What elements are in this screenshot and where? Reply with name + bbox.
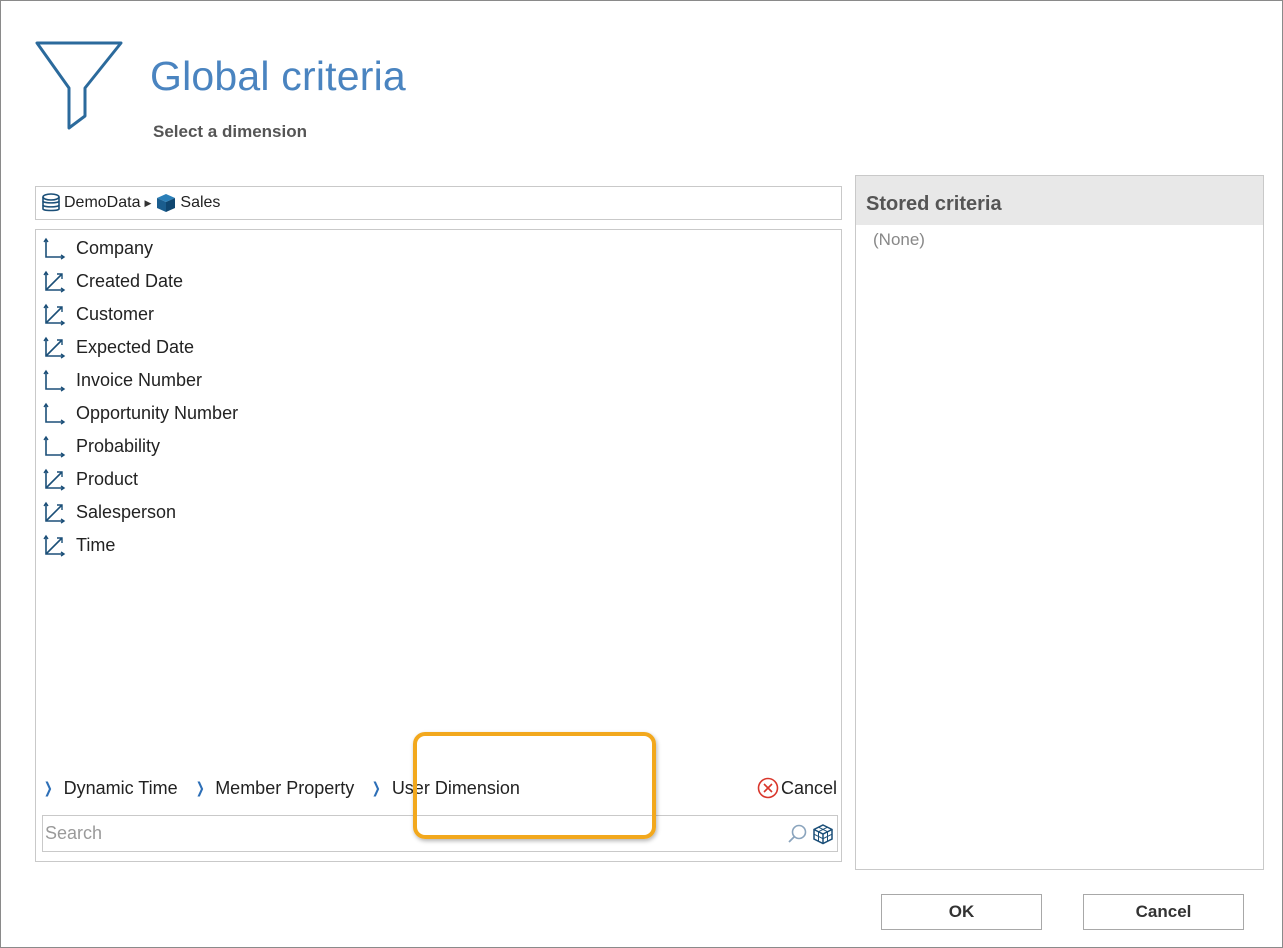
dimension-item[interactable]: Created Date <box>42 265 238 298</box>
breadcrumb: DemoData ▶ Sales <box>35 186 842 220</box>
dynamic-time-label: Dynamic Time <box>63 777 178 798</box>
breadcrumb-separator-icon: ▶ <box>144 197 152 208</box>
cancel-circle-icon <box>757 777 779 799</box>
flat-dimension-icon <box>42 402 76 426</box>
chevron-right-icon: ❯ <box>43 780 53 797</box>
database-icon <box>42 193 60 212</box>
chevron-right-icon: ❯ <box>195 780 205 797</box>
global-criteria-dialog: Global criteria Select a dimension DemoD… <box>0 0 1283 948</box>
member-property-label: Member Property <box>215 777 355 798</box>
flat-dimension-icon <box>42 435 76 459</box>
user-dimension-link[interactable]: ❯ User Dimension <box>370 778 520 799</box>
dimension-item-label: Salesperson <box>76 502 177 522</box>
cube-grid-icon[interactable] <box>812 823 834 845</box>
hierarchy-dimension-icon <box>42 468 76 492</box>
search-box <box>42 815 838 852</box>
hierarchy-dimension-icon <box>42 270 76 294</box>
dimension-item[interactable]: Opportunity Number <box>42 397 238 430</box>
breadcrumb-cube-label: Sales <box>180 194 221 211</box>
dimension-item-label: Company <box>76 238 154 258</box>
filter-icon <box>35 41 123 130</box>
dimension-item[interactable]: Customer <box>42 298 238 331</box>
ok-button[interactable]: OK <box>881 894 1042 930</box>
cancel-button[interactable]: Cancel <box>1083 894 1244 930</box>
flat-dimension-icon <box>42 237 76 261</box>
dimension-item-label: Opportunity Number <box>76 403 239 423</box>
stored-criteria-title: Stored criteria <box>856 176 1263 225</box>
user-dimension-label: User Dimension <box>391 777 520 798</box>
dimension-list: Company Created Date Customer Expected Date… <box>35 229 842 862</box>
dimension-item[interactable]: Expected Date <box>42 331 238 364</box>
dimension-item-label: Invoice Number <box>76 370 203 390</box>
dimension-type-links: ❯ Dynamic Time ❯ Member Property ❯ User … <box>42 775 837 801</box>
hierarchy-dimension-icon <box>42 336 76 360</box>
chevron-right-icon: ❯ <box>372 780 381 797</box>
cancel-link-label: Cancel <box>780 777 837 798</box>
stored-criteria-panel: Stored criteria (None) <box>855 175 1264 870</box>
breadcrumb-database-label: DemoData <box>64 194 141 211</box>
dimension-item-label: Expected Date <box>76 337 195 357</box>
dynamic-time-link[interactable]: ❯ Dynamic Time <box>42 778 178 799</box>
page-subtitle: Select a dimension <box>153 122 307 141</box>
dimension-item-label: Customer <box>76 304 155 324</box>
cancel-link[interactable]: Cancel <box>757 775 837 801</box>
breadcrumb-cube[interactable]: Sales <box>155 192 220 214</box>
dimension-item[interactable]: Salesperson <box>42 496 238 529</box>
search-input[interactable] <box>43 815 787 852</box>
dimension-item[interactable]: Product <box>42 463 238 496</box>
dimension-item-label: Time <box>76 535 116 555</box>
dimension-item[interactable]: Time <box>42 529 238 562</box>
member-property-link[interactable]: ❯ Member Property <box>194 777 355 799</box>
search-icon[interactable] <box>787 823 809 845</box>
breadcrumb-database[interactable]: DemoData <box>41 193 140 213</box>
hierarchy-dimension-icon <box>42 501 76 525</box>
page-title: Global criteria <box>150 53 406 99</box>
dimension-item-label: Product <box>76 469 139 489</box>
cube-icon <box>157 194 176 212</box>
hierarchy-dimension-icon <box>42 303 76 327</box>
dimension-item-label: Created Date <box>76 271 184 291</box>
flat-dimension-icon <box>42 369 76 393</box>
dimension-item[interactable]: Company <box>42 232 238 265</box>
dimension-item[interactable]: Probability <box>42 430 238 463</box>
dimension-item[interactable]: Invoice Number <box>42 364 238 397</box>
dimension-item-label: Probability <box>76 436 161 456</box>
hierarchy-dimension-icon <box>42 534 76 558</box>
stored-criteria-empty: (None) <box>873 230 925 249</box>
